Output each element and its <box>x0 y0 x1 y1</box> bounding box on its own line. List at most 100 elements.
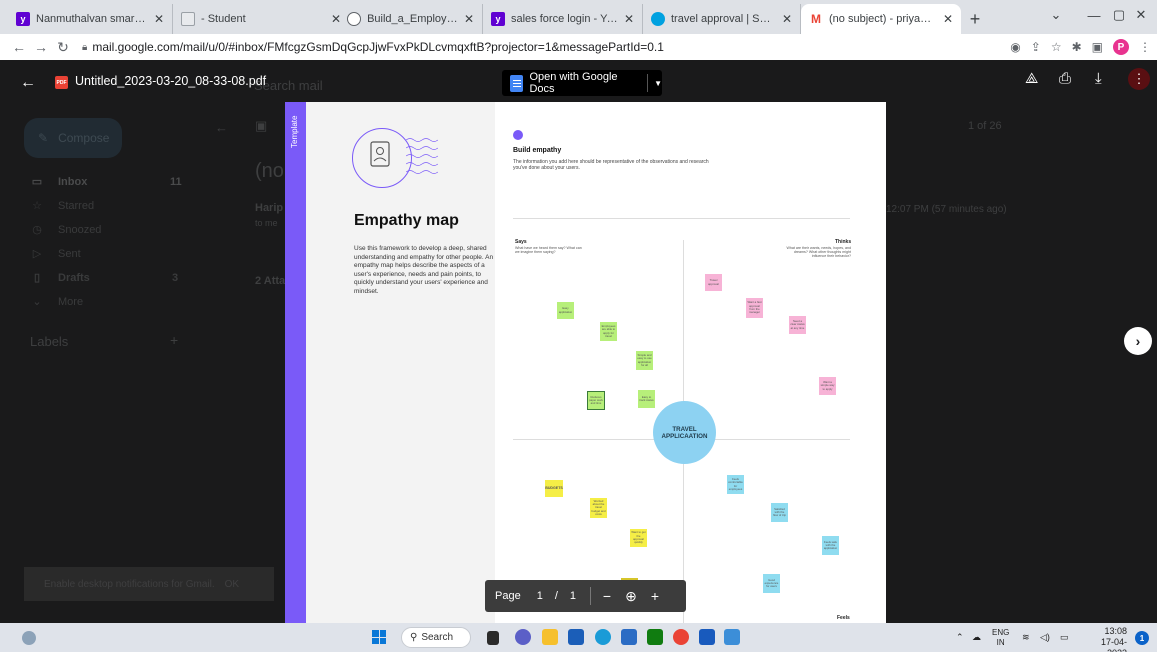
share-icon[interactable]: ⇪ <box>1031 40 1041 54</box>
sticky-note: Employees are able to apply for travel <box>600 322 617 341</box>
onedrive-icon[interactable]: ☁ <box>972 623 981 652</box>
close-icon[interactable]: ✕ <box>782 12 792 26</box>
tab-title: Nanmuthalvan smartinternz <box>36 13 148 25</box>
browser-tab[interactable]: y sales force login - Yahoo In ✕ <box>483 4 643 34</box>
forward-arrow-icon[interactable]: → <box>30 39 52 55</box>
taskbar-search[interactable]: ⚲ Search <box>401 627 471 648</box>
store-icon[interactable] <box>568 629 584 645</box>
close-icon[interactable]: ✕ <box>464 12 474 26</box>
sidepanel-icon[interactable]: ▣ <box>1092 40 1103 54</box>
sidebar-item-drafts: ▯ Drafts 3 <box>30 271 178 285</box>
open-with-google-docs-button[interactable]: Open with Google Docs ▼ <box>502 70 662 96</box>
browser-tab[interactable]: travel approval | Salesforce ✕ <box>643 4 801 34</box>
print-icon[interactable]: ⎙ <box>1059 70 1071 87</box>
page-controls: Page 1 / 1 − ⊕ + <box>485 580 686 612</box>
star-icon[interactable]: ☆ <box>1051 40 1062 54</box>
pdf-page: Template Empathy map Use this framework … <box>285 102 886 623</box>
clock-time: 13:08 <box>1104 626 1127 636</box>
more-menu-icon[interactable]: ⋮ <box>1139 40 1151 54</box>
close-icon[interactable]: ✕ <box>154 12 164 26</box>
eye-icon[interactable]: ◉ <box>1010 40 1020 54</box>
unread-count: 11 <box>170 175 182 188</box>
language-indicator[interactable]: ENG IN <box>992 623 1009 652</box>
next-attachment-button[interactable]: › <box>1124 327 1152 355</box>
task-view-icon[interactable] <box>487 631 499 645</box>
windows-start-icon[interactable] <box>372 630 386 644</box>
tab-title: (no subject) - priyadharshi <box>829 13 937 25</box>
archive-icon: ▣ <box>255 118 268 133</box>
recipient-label: to me <box>255 218 278 228</box>
empathy-map-intro: Empathy map Use this framework to develo… <box>306 102 495 623</box>
weather-widget-icon[interactable] <box>22 631 36 645</box>
app-icon-l[interactable] <box>621 629 637 645</box>
google-docs-icon <box>510 74 524 92</box>
tab-title: sales force login - Yahoo In <box>511 13 618 25</box>
clock[interactable]: 13:08 17-04-2023 <box>1085 626 1127 652</box>
hub-title-line1: TRAVEL <box>672 425 697 433</box>
chrome-icon[interactable] <box>673 629 689 645</box>
windows-taskbar: ⚲ Search ⌃ ☁ ENG IN ≋ ◁) ▭ 13:08 17-04-2… <box>0 623 1157 652</box>
browser-tab[interactable]: y Nanmuthalvan smartinternz ✕ <box>8 4 173 34</box>
close-icon[interactable]: ✕ <box>331 12 341 26</box>
add-to-drive-icon[interactable]: ⟁ <box>1025 70 1038 87</box>
empathy-map-description: Use this framework to develop a deep, sh… <box>354 245 494 295</box>
divider <box>590 587 592 605</box>
sidebar-item-label: Snoozed <box>58 223 102 236</box>
extensions-icon[interactable]: ✱ <box>1072 40 1082 54</box>
back-arrow-icon[interactable]: ← <box>20 74 36 92</box>
url-field[interactable]: 🔒︎ mail.google.com/mail/u/0/#inbox/FMfcg… <box>82 40 664 54</box>
says-description: What have we heard them say? What can we… <box>515 246 582 255</box>
reload-icon[interactable]: ↻ <box>52 39 74 56</box>
file-title: Untitled_2023-03-20_08-33-08.pdf <box>75 74 267 88</box>
gmail-icon: M <box>809 12 823 26</box>
window-close-icon[interactable]: ✕ <box>1122 0 1157 30</box>
inbox-icon: ▭ <box>31 176 43 188</box>
page-total: 1 <box>569 590 577 602</box>
back-arrow-icon: ← <box>215 120 228 135</box>
zoom-reset-icon[interactable]: ⊕ <box>619 588 643 605</box>
volume-icon[interactable]: ◁) <box>1040 623 1050 652</box>
dropdown-caret-icon[interactable]: ▼ <box>654 79 662 88</box>
sticky-note: Want a simple way to apply <box>819 377 836 395</box>
photos-icon[interactable] <box>724 629 740 645</box>
teams-icon[interactable] <box>515 629 531 645</box>
browser-tab-strip: y Nanmuthalvan smartinternz ✕ - Student … <box>0 0 1157 34</box>
more-options-icon[interactable]: ⋮ <box>1128 68 1150 90</box>
open-with-label: Open with Google Docs <box>529 71 618 95</box>
sidebar-item-label: Sent <box>58 247 81 260</box>
send-icon: ▷ <box>32 248 42 260</box>
avatar[interactable]: P <box>1113 39 1129 55</box>
page-number-input[interactable]: 1 <box>537 590 543 602</box>
zoom-out-icon[interactable]: − <box>595 588 619 604</box>
wifi-icon[interactable]: ≋ <box>1022 623 1030 652</box>
back-arrow-icon[interactable]: ← <box>8 39 30 55</box>
sticky-note: Simple and easy to use application for a… <box>636 351 653 370</box>
download-icon[interactable]: ⤓ <box>1095 70 1102 87</box>
battery-icon[interactable]: ▭ <box>1060 623 1069 652</box>
notification-ok-button: OK <box>224 578 240 590</box>
browser-tab[interactable]: - Student <box>173 4 323 34</box>
close-icon[interactable]: ✕ <box>624 12 634 26</box>
add-label-icon: + <box>170 332 179 348</box>
word-icon[interactable] <box>699 629 715 645</box>
new-tab-button[interactable]: + <box>961 4 989 34</box>
clock-date: 17-04-2023 <box>1100 637 1127 652</box>
template-strip <box>285 102 306 623</box>
globe-icon <box>347 12 362 26</box>
file-explorer-icon[interactable] <box>542 629 558 645</box>
close-icon[interactable]: ✕ <box>943 12 953 26</box>
divider <box>647 74 649 92</box>
edge-icon[interactable] <box>595 629 611 645</box>
browser-tab[interactable]: ✕ Build_a_Employee_Travel_A ✕ <box>323 4 483 34</box>
tab-search-icon[interactable]: ⌄ <box>1037 0 1075 30</box>
notification-badge[interactable]: 1 <box>1135 631 1149 645</box>
sticky-note: Reduces paper work and time <box>587 391 605 410</box>
chevron-down-icon: ⌄ <box>32 296 42 308</box>
empathy-map-title: Empathy map <box>354 212 459 229</box>
zoom-in-icon[interactable]: + <box>643 588 667 604</box>
salesforce-icon <box>651 12 665 26</box>
xbox-icon[interactable] <box>647 629 663 645</box>
tray-chevron-icon[interactable]: ⌃ <box>956 623 964 652</box>
browser-tab-active[interactable]: M (no subject) - priyadharshi ✕ <box>801 4 961 34</box>
notification-text: Enable desktop notifications for Gmail. <box>44 578 215 590</box>
